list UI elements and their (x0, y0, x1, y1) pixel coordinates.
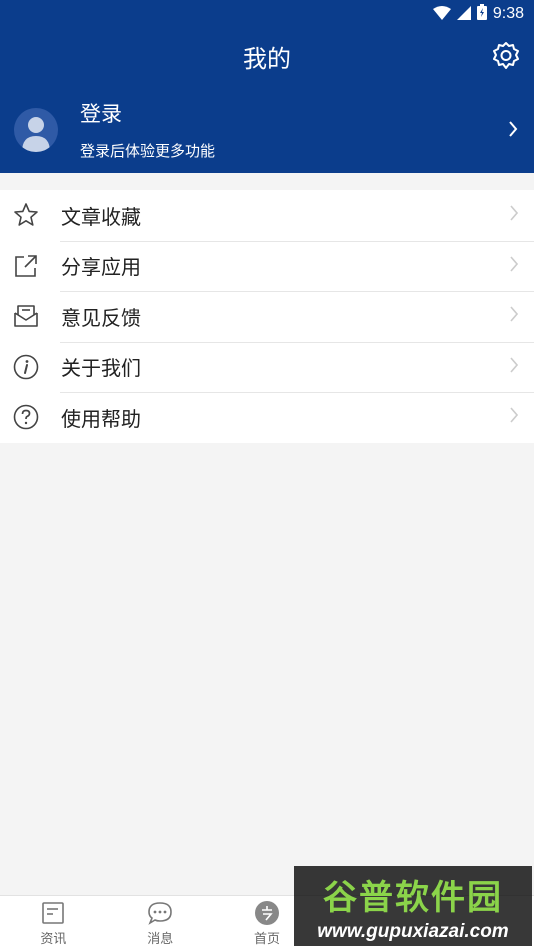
news-icon (40, 900, 66, 926)
menu-item-label: 使用帮助 (61, 406, 141, 431)
chat-icon (147, 900, 173, 926)
home-icon (254, 900, 280, 926)
chevron-right-icon (510, 306, 519, 326)
info-icon (12, 353, 40, 381)
watermark-url: www.gupuxiazai.com (317, 920, 509, 942)
menu-item-share[interactable]: 分享应用 (0, 240, 534, 292)
page-title: 我的 (243, 44, 291, 73)
header: 9:38 我的 登录 登录后体验更多功能 (0, 0, 534, 173)
menu-item-label: 文章收藏 (61, 204, 141, 229)
chevron-right-icon (510, 407, 519, 427)
title-bar: 我的 (0, 28, 534, 84)
tab-messages[interactable]: 消息 (107, 896, 214, 950)
login-title: 登录 (80, 102, 122, 126)
wifi-icon (432, 5, 451, 24)
status-time: 9:38 (492, 5, 524, 22)
chevron-right-icon (510, 256, 519, 276)
menu-item-label: 分享应用 (61, 255, 141, 280)
menu-item-about[interactable]: 关于我们 (0, 341, 534, 393)
tab-news[interactable]: 资讯 (0, 896, 107, 950)
settings-button[interactable] (490, 40, 522, 72)
watermark-logo: 谷普软件园 www.gupuxiazai.com (294, 866, 532, 946)
menu-item-label: 意见反馈 (61, 305, 141, 330)
chevron-right-icon (510, 357, 519, 377)
menu-item-help[interactable]: 使用帮助 (0, 392, 534, 443)
battery-icon (476, 4, 487, 24)
watermark-text: 谷普软件园 (323, 877, 503, 918)
share-icon (12, 252, 40, 280)
menu-item-favorites[interactable]: 文章收藏 (0, 190, 534, 241)
tab-label: 消息 (147, 931, 174, 947)
signal-icon (456, 5, 471, 24)
chevron-right-icon (508, 120, 518, 142)
menu-item-feedback[interactable]: 意见反馈 (0, 291, 534, 342)
status-bar: 9:38 (0, 0, 534, 28)
help-icon (12, 403, 40, 431)
feedback-envelope-icon (12, 302, 40, 330)
star-icon (12, 201, 40, 229)
menu-item-label: 关于我们 (61, 356, 141, 381)
gear-icon (493, 42, 519, 69)
profile-login-row[interactable]: 登录 登录后体验更多功能 (0, 86, 534, 173)
avatar (14, 108, 58, 152)
tab-label: 资讯 (40, 931, 67, 947)
login-subtitle: 登录后体验更多功能 (80, 142, 216, 160)
chevron-right-icon (510, 205, 519, 225)
tab-label: 首页 (253, 931, 280, 947)
menu-list: 文章收藏 分享应用 意见反馈 关于我们 使用帮助 (0, 190, 534, 443)
